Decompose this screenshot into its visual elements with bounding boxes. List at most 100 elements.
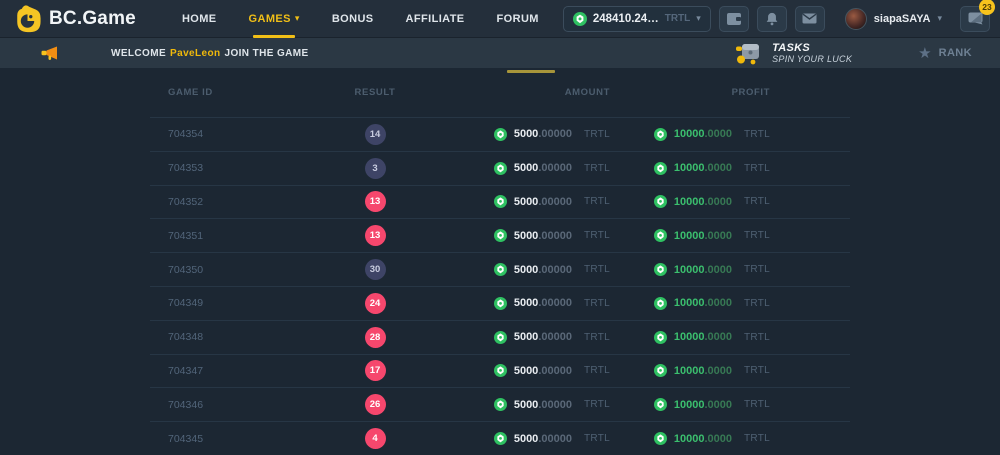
game-id: 704352 [150,196,320,208]
megaphone-icon [40,46,59,61]
amount-currency: TRTL [584,433,610,444]
trtl-coin-icon [654,432,667,445]
result-badge: 24 [365,293,386,314]
chat-unread-badge: 23 [979,0,995,15]
welcome-username: PaveLeon [170,48,220,59]
username: siapaSAYA [874,13,931,25]
amount-currency: TRTL [584,264,610,275]
profit-cell: 10000.0000 TRTL [610,229,770,242]
table-row: 704353 3 5000.00000 TRTL 10000.0000 TRTL [150,151,850,185]
amount-cell: 5000.00000 TRTL [430,195,610,208]
amount-cell: 5000.00000 TRTL [430,263,610,276]
tasks-subtitle: SPIN YOUR LUCK [772,54,852,64]
logo[interactable]: BC.Game [14,5,136,33]
table-row: 704351 13 5000.00000 TRTL 10000.0000 TRT… [150,218,850,252]
star-icon: ★ [918,46,931,61]
wallet-button[interactable] [719,6,749,32]
trtl-coin-icon [654,162,667,175]
amount-cell: 5000.00000 TRTL [430,398,610,411]
nav-item-affiliate[interactable]: AFFILIATE [390,0,481,38]
notifications-button[interactable] [757,6,787,32]
game-id: 704345 [150,433,320,445]
trtl-coin-icon [573,12,587,26]
table-header: GAME ID RESULT AMOUNT PROFIT [150,68,850,117]
amount-currency: TRTL [584,365,610,376]
table-row: 704350 30 5000.00000 TRTL 10000.0000 TRT… [150,252,850,286]
profit-currency: TRTL [744,129,770,140]
table-row: 704347 17 5000.00000 TRTL 10000.0000 TRT… [150,354,850,388]
nav-item-home[interactable]: HOME [166,0,233,38]
amount-currency: TRTL [584,230,610,241]
amount-cell: 5000.00000 TRTL [430,162,610,175]
amount-currency: TRTL [584,399,610,410]
balance-amount: 248410.24… [593,13,659,25]
topbar: BC.Game HOME GAMES ▾ BONUS AFFILIATE FOR… [0,0,1000,38]
nav-item-bonus[interactable]: BONUS [316,0,390,38]
wallet-icon [726,12,742,26]
table-row: 704349 24 5000.00000 TRTL 10000.0000 TRT… [150,286,850,320]
game-id: 704346 [150,399,320,411]
table-row: 704354 14 5000.00000 TRTL 10000.0000 TRT… [150,117,850,151]
amount-cell: 5000.00000 TRTL [430,229,610,242]
game-id: 704349 [150,297,320,309]
trtl-coin-icon [494,229,507,242]
banner-right: TASKS SPIN YOUR LUCK ★ RANK [733,41,972,66]
profit-currency: TRTL [744,230,770,241]
profit-currency: TRTL [744,196,770,207]
profit-currency: TRTL [744,365,770,376]
result-badge: 14 [365,124,386,145]
avatar [845,8,867,30]
chat-button[interactable]: 23 [960,6,990,32]
game-id: 704351 [150,230,320,242]
rank-label: RANK [939,47,972,59]
profit-currency: TRTL [744,163,770,174]
result-badge: 13 [365,191,386,212]
result-badge: 28 [365,327,386,348]
balance-selector[interactable]: 248410.24… TRTL ▾ [563,6,711,32]
welcome-prefix: WELCOME [111,48,166,59]
nav-item-forum[interactable]: FORUM [481,0,555,38]
result-badge: 13 [365,225,386,246]
bets-table: GAME ID RESULT AMOUNT PROFIT 704354 14 5… [150,68,850,455]
result-badge: 3 [365,158,386,179]
trtl-coin-icon [494,432,507,445]
messages-button[interactable] [795,6,825,32]
profit-currency: TRTL [744,332,770,343]
profit-cell: 10000.0000 TRTL [610,297,770,310]
chevron-down-icon: ▾ [696,13,701,24]
amount-cell: 5000.00000 TRTL [430,331,610,344]
main-content: GAME ID RESULT AMOUNT PROFIT 704354 14 5… [0,68,1000,455]
bell-icon [765,12,779,26]
amount-currency: TRTL [584,129,610,140]
welcome-suffix: JOIN THE GAME [224,48,308,59]
trtl-coin-icon [494,128,507,141]
trtl-coin-icon [654,229,667,242]
amount-cell: 5000.00000 TRTL [430,297,610,310]
rank-widget[interactable]: ★ RANK [918,46,972,61]
main-nav: HOME GAMES ▾ BONUS AFFILIATE FORUM [166,0,555,38]
table-row: 704345 4 5000.00000 TRTL 10000.0000 TRTL [150,421,850,455]
column-header-profit: PROFIT [610,87,770,98]
profit-cell: 10000.0000 TRTL [610,263,770,276]
profit-cell: 10000.0000 TRTL [610,162,770,175]
user-menu[interactable]: siapaSAYA ▾ [845,8,942,30]
tasks-title: TASKS [772,42,852,55]
nav-item-games[interactable]: GAMES ▾ [233,0,316,38]
amount-cell: 5000.00000 TRTL [430,128,610,141]
profit-cell: 10000.0000 TRTL [610,398,770,411]
trtl-coin-icon [654,297,667,310]
column-header-amount: AMOUNT [430,87,610,98]
profit-cell: 10000.0000 TRTL [610,331,770,344]
table-row: 704346 26 5000.00000 TRTL 10000.0000 TRT… [150,387,850,421]
column-header-game-id: GAME ID [150,87,320,98]
tasks-widget[interactable]: TASKS SPIN YOUR LUCK [733,41,852,66]
trtl-coin-icon [654,263,667,276]
table-row: 704348 28 5000.00000 TRTL 10000.0000 TRT… [150,320,850,354]
trtl-coin-icon [654,364,667,377]
chevron-down-icon: ▾ [295,13,300,24]
logo-text: BC.Game [49,8,136,30]
trtl-coin-icon [494,195,507,208]
profit-currency: TRTL [744,433,770,444]
game-id: 704347 [150,365,320,377]
result-badge: 26 [365,394,386,415]
